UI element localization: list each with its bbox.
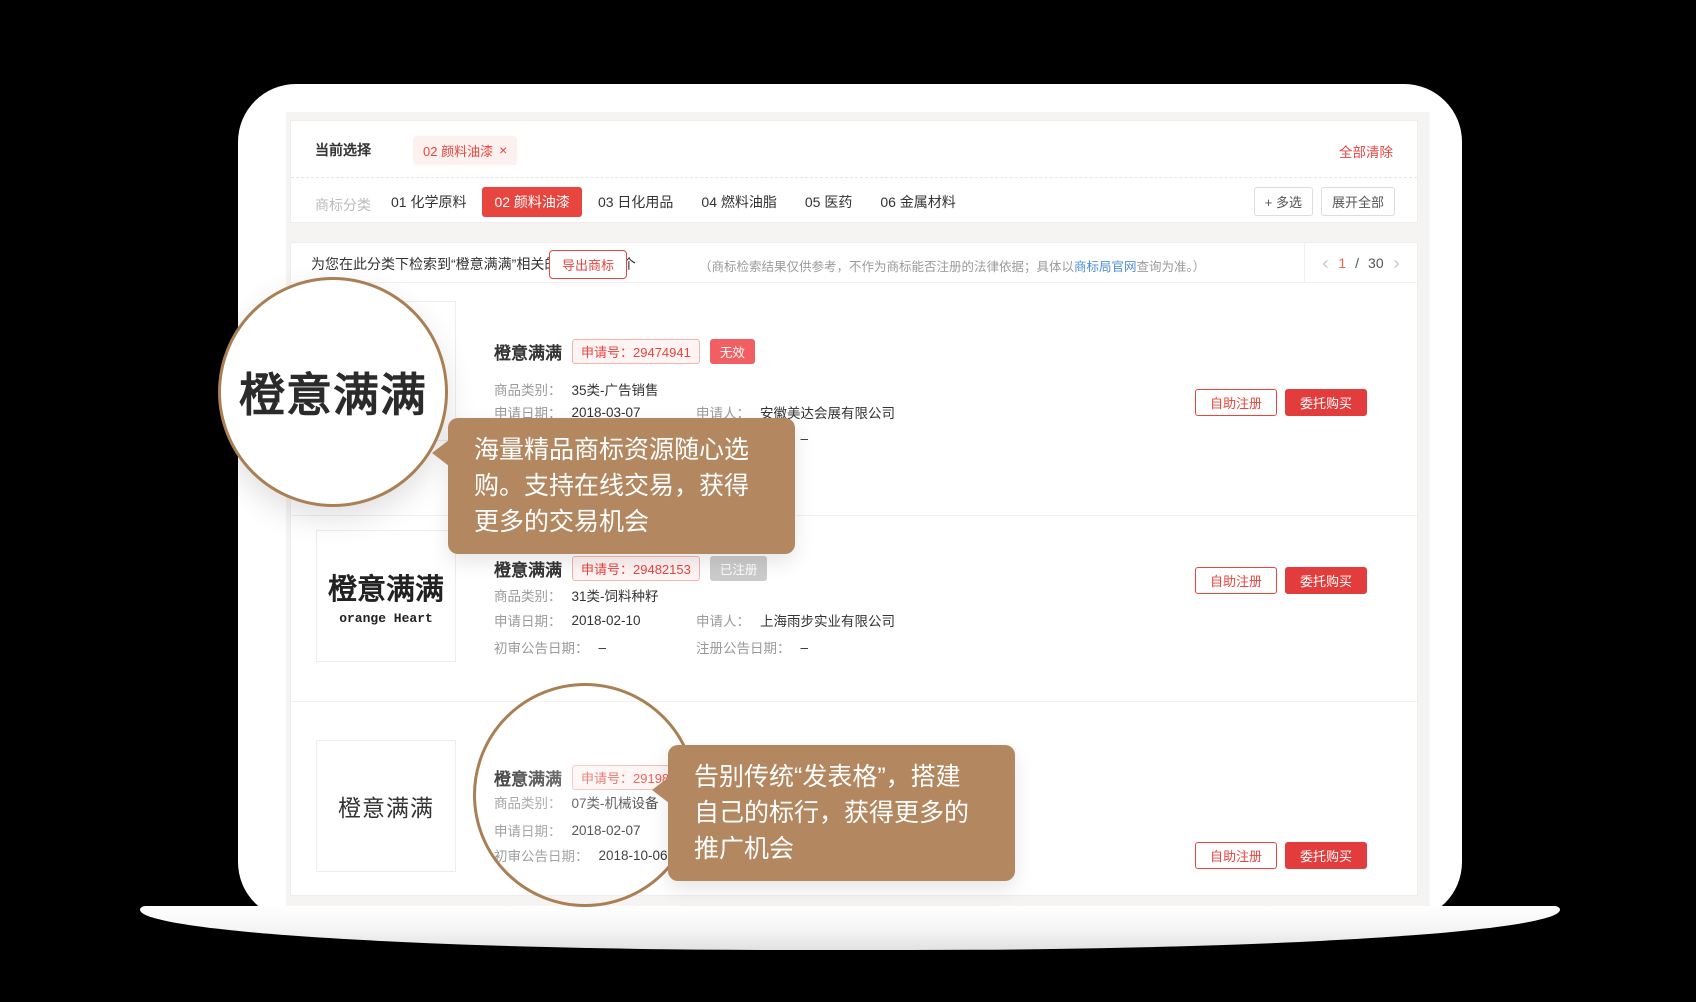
category-actions: + 多选 展开全部	[1254, 187, 1395, 216]
apply-date-field: 申请日期： 2018-02-10	[494, 610, 641, 630]
selected-filter-tag[interactable]: 02 颜料油漆 ×	[413, 136, 517, 165]
field-label: 商品类别：	[494, 585, 562, 605]
tooltip-promotion: 告别传统“发表格”，搭建 自己的标行，获得更多的 推广机会	[668, 745, 1015, 881]
field-label: 商品类别：	[494, 379, 562, 399]
field-value: 35类-广告销售	[572, 379, 659, 399]
field-value: –	[801, 431, 809, 446]
self-register-button[interactable]: 自助注册	[1195, 842, 1277, 869]
row-actions: 自助注册 委托购买	[1195, 389, 1367, 416]
category-tab-03[interactable]: 03 日化用品	[586, 187, 685, 217]
tooltip-arrow-left-icon	[652, 777, 669, 803]
selected-filter-tag-label: 02 颜料油漆	[423, 141, 493, 160]
registration-publication-field: 注册公告日期： –	[696, 637, 808, 657]
trademark-name: 橙意满满	[494, 556, 562, 581]
applicant-field: 申请人： 上海雨步实业有限公司	[696, 610, 895, 630]
tooltip-line: 更多的交易机会	[474, 504, 769, 540]
laptop-base	[140, 906, 1560, 950]
category-tab-04[interactable]: 04 燃料油脂	[689, 187, 788, 217]
entrust-buy-button[interactable]: 委托购买	[1285, 842, 1367, 869]
row-actions: 自助注册 委托购买	[1195, 842, 1367, 869]
tooltip-line: 告别传统“发表格”，搭建	[694, 759, 989, 795]
category-tab-05[interactable]: 05 医药	[793, 187, 864, 217]
trademark-image-2: 橙意满满 orange Heart	[316, 530, 456, 662]
prev-page-icon[interactable]: ‹	[1321, 253, 1329, 273]
tooltip-line: 自己的标行，获得更多的	[694, 795, 989, 831]
category-field: 商品类别： 35类-广告销售	[494, 379, 659, 399]
category-tabs: 01 化学原料 02 颜料油漆 03 日化用品 04 燃料油脂 05 医药 06…	[379, 187, 968, 217]
next-page-icon[interactable]: ›	[1393, 253, 1401, 273]
field-label: 注册公告日期：	[696, 637, 791, 657]
tooltip-arrow-left-icon	[432, 440, 449, 466]
trademark-image-text: 橙意满满	[328, 566, 444, 608]
status-badge-registered: 已注册	[710, 556, 768, 581]
status-badge-invalid: 无效	[710, 339, 755, 364]
page-separator: /	[1355, 255, 1359, 271]
pagination: ‹ 1 / 30 ›	[1304, 243, 1417, 283]
category-tab-06[interactable]: 06 金属材料	[868, 187, 967, 217]
trademark-office-link[interactable]: 商标局官网	[1074, 260, 1137, 274]
self-register-button[interactable]: 自助注册	[1195, 389, 1277, 416]
tooltip-marketplace: 海量精品商标资源随心选 购。支持在线交易，获得 更多的交易机会	[448, 418, 795, 554]
first-publication-field: 初审公告日期： –	[494, 637, 606, 657]
field-value: 2018-02-10	[572, 613, 641, 628]
disclaimer-text: （商标检索结果仅供参考，不作为商标能否注册的法律依据；具体以商标局官网查询为准。…	[699, 256, 1205, 275]
row-actions: 自助注册 委托购买	[1195, 567, 1367, 594]
entrust-buy-button[interactable]: 委托购买	[1285, 389, 1367, 416]
field-label: 申请日期：	[494, 610, 562, 630]
field-label: 申请人：	[696, 610, 750, 630]
category-tab-01[interactable]: 01 化学原料	[379, 187, 478, 217]
disclaimer-pre: （商标检索结果仅供参考，不作为商标能否注册的法律依据；具体以	[699, 260, 1074, 274]
clear-all-button[interactable]: 全部清除	[1339, 141, 1393, 161]
application-number-badge: 申请号：29474941	[572, 339, 700, 364]
self-register-button[interactable]: 自助注册	[1195, 567, 1277, 594]
tag-close-icon[interactable]: ×	[499, 143, 507, 157]
results-header: 为您在此分类下检索到“橙意满满”相关的结果共28个 导出商标 （商标检索结果仅供…	[291, 243, 1417, 283]
tooltip-line: 推广机会	[694, 831, 989, 867]
application-number-badge: 申请号：29482153	[572, 556, 700, 581]
export-trademark-button[interactable]: 导出商标	[549, 250, 627, 279]
multi-select-button[interactable]: + 多选	[1254, 187, 1313, 216]
tooltip-line: 购。支持在线交易，获得	[474, 468, 769, 504]
magnified-trademark-text: 橙意满满	[239, 359, 427, 425]
category-bar-label: 商标分类	[315, 195, 371, 215]
trademark-image-subtext: orange Heart	[339, 611, 433, 626]
current-page: 1	[1338, 255, 1346, 271]
field-value: –	[801, 640, 809, 655]
trademark-title-line: 橙意满满 申请号：29482153 已注册	[494, 556, 767, 580]
field-value: 上海雨步实业有限公司	[760, 610, 895, 630]
field-label: 初审公告日期：	[494, 637, 589, 657]
field-value: –	[599, 640, 607, 655]
filter-card: 当前选择 02 颜料油漆 × 全部清除 商标分类 01 化学原料 02 颜料油漆…	[290, 120, 1418, 223]
trademark-title-line: 橙意满满 申请号：29474941 无效	[494, 339, 755, 363]
field-value: 31类-饲料种籽	[572, 585, 659, 605]
expand-all-button[interactable]: 展开全部	[1321, 187, 1395, 216]
total-pages: 30	[1368, 255, 1384, 271]
current-selection-label: 当前选择	[315, 140, 371, 160]
category-tab-02-selected[interactable]: 02 颜料油漆	[482, 187, 581, 217]
trademark-image-text: 橙意满满	[338, 789, 434, 823]
magnifier-circle-1: 橙意满满	[218, 277, 448, 507]
trademark-name: 橙意满满	[494, 339, 562, 364]
tooltip-line: 海量精品商标资源随心选	[474, 432, 769, 468]
disclaimer-post: 查询为准。）	[1137, 260, 1206, 274]
current-selection-row: 当前选择 02 颜料油漆 ×	[315, 135, 517, 165]
trademark-image-3: 橙意满满	[316, 740, 456, 872]
filter-divider	[291, 177, 1417, 178]
entrust-buy-button[interactable]: 委托购买	[1285, 567, 1367, 594]
category-field: 商品类别： 31类-饲料种籽	[494, 585, 659, 605]
